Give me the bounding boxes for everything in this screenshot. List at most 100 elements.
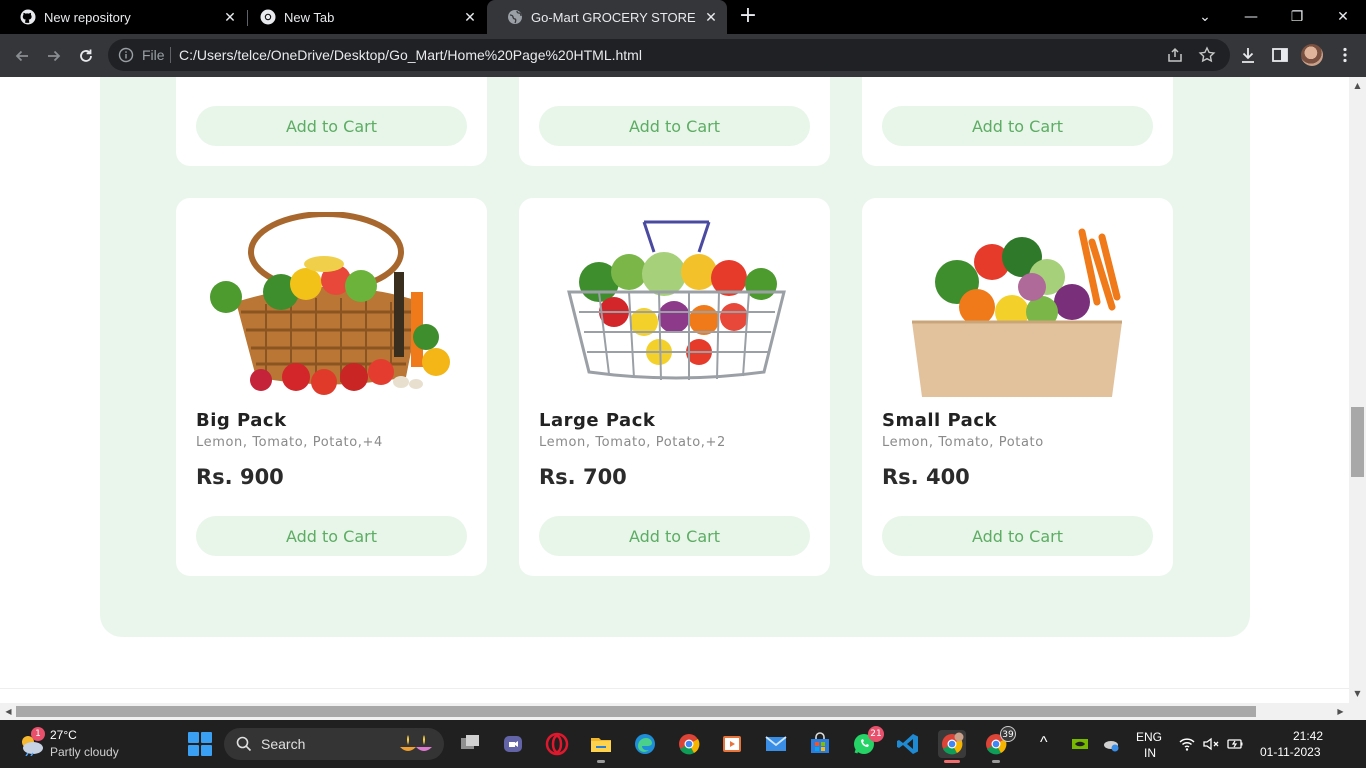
product-description: Lemon, Tomato, Potato,+2	[539, 435, 726, 450]
weather-badge: 1	[31, 727, 45, 741]
restore-button[interactable]: ❐	[1274, 0, 1320, 34]
product-price: Rs. 400	[882, 465, 970, 489]
product-name: Large Pack	[539, 410, 656, 431]
github-icon	[20, 9, 36, 25]
teams-icon[interactable]	[499, 730, 527, 758]
omnibox-separator	[170, 47, 171, 63]
running-indicator	[597, 760, 605, 763]
horizontal-scroll-thumb[interactable]	[16, 706, 1256, 717]
chrome-profile-2-icon[interactable]: 39	[982, 726, 1016, 763]
add-to-cart-button[interactable]: Add to Cart	[882, 516, 1153, 556]
wifi-icon[interactable]	[1178, 735, 1196, 753]
product-card: Add to Cart	[519, 77, 830, 166]
ms-store-icon[interactable]	[806, 730, 834, 758]
globe-icon	[507, 9, 523, 25]
back-button[interactable]	[10, 44, 34, 68]
notification-badge: 21	[868, 726, 884, 742]
basket-of-vegetables-image	[210, 212, 450, 395]
diwali-lamp-icon	[396, 733, 436, 755]
vscode-icon[interactable]	[894, 730, 922, 758]
forward-button[interactable]	[42, 44, 66, 68]
weather-description[interactable]: Partly cloudy	[50, 745, 119, 759]
tab-title: Go-Mart GROCERY STORE	[531, 9, 696, 25]
search-placeholder: Search	[261, 736, 306, 752]
product-name: Big Pack	[196, 410, 287, 431]
close-window-button[interactable]: ✕	[1320, 0, 1366, 34]
region-indicator[interactable]: IN	[1144, 746, 1156, 760]
product-description: Lemon, Tomato, Potato	[882, 435, 1044, 450]
start-button[interactable]	[188, 732, 212, 756]
tab-new-repository[interactable]: New repository ✕	[0, 0, 246, 34]
search-icon	[236, 736, 252, 752]
opera-icon[interactable]	[543, 730, 571, 758]
scroll-left-icon[interactable]: ◀	[4, 706, 13, 717]
products-section: Add to Cart Add to Cart Add to Cart Big …	[100, 77, 1250, 637]
tab-new-tab[interactable]: New Tab ✕	[240, 0, 486, 34]
chrome-icon[interactable]	[675, 730, 703, 758]
url-text[interactable]: C:/Users/telce/OneDrive/Desktop/Go_Mart/…	[179, 47, 642, 63]
product-description: Lemon, Tomato, Potato,+4	[196, 435, 383, 450]
bookmark-star-icon[interactable]	[1198, 46, 1216, 64]
side-panel-icon[interactable]	[1270, 45, 1290, 65]
page-viewport: Add to Cart Add to Cart Add to Cart Big …	[0, 77, 1349, 703]
scrollbar-corner	[1349, 703, 1366, 720]
clock-date[interactable]: 01-11-2023	[1260, 745, 1321, 759]
product-card: Add to Cart	[862, 77, 1173, 166]
whatsapp-icon[interactable]: 21	[850, 726, 884, 758]
notification-badge: 39	[1000, 726, 1016, 742]
address-bar[interactable]: File C:/Users/telce/OneDrive/Desktop/Go_…	[108, 39, 1230, 71]
weather-temperature[interactable]: 27°C	[50, 728, 77, 742]
product-card: Add to Cart	[176, 77, 487, 166]
add-to-cart-button[interactable]: Add to Cart	[539, 106, 810, 146]
product-card-big-pack: Big Pack Lemon, Tomato, Potato,+4 Rs. 90…	[176, 198, 487, 576]
volume-muted-icon[interactable]	[1202, 735, 1220, 753]
vertical-scroll-thumb[interactable]	[1351, 407, 1364, 477]
product-name: Small Pack	[882, 410, 997, 431]
chrome-icon	[260, 9, 276, 25]
tab-search-icon[interactable]: ⌄	[1182, 0, 1228, 34]
battery-charging-icon[interactable]	[1226, 735, 1244, 753]
running-indicator	[992, 760, 1000, 763]
taskbar-search[interactable]: Search	[224, 728, 444, 760]
tab-title: New Tab	[284, 9, 335, 25]
close-tab-icon[interactable]: ✕	[703, 9, 719, 25]
add-to-cart-button[interactable]: Add to Cart	[882, 106, 1153, 146]
reload-button[interactable]	[74, 44, 98, 68]
wire-basket-of-vegetables-image	[567, 220, 786, 381]
tab-strip: New repository ✕ New Tab ✕ Go-Mart GROCE…	[0, 0, 1366, 34]
horizontal-scrollbar[interactable]: ◀ ▶	[0, 703, 1349, 720]
file-explorer-icon[interactable]	[587, 730, 615, 763]
media-player-icon[interactable]	[718, 730, 746, 758]
product-card-small-pack: Small Pack Lemon, Tomato, Potato Rs. 400…	[862, 198, 1173, 576]
tab-go-mart[interactable]: Go-Mart GROCERY STORE ✕	[487, 0, 727, 34]
scheme-label: File	[142, 47, 165, 63]
minimize-button[interactable]: —	[1228, 0, 1274, 34]
nvidia-icon[interactable]	[1071, 735, 1089, 753]
close-tab-icon[interactable]: ✕	[222, 9, 238, 25]
edge-icon[interactable]	[631, 730, 659, 758]
scroll-down-icon[interactable]: ▼	[1353, 689, 1362, 698]
add-to-cart-button[interactable]: Add to Cart	[539, 516, 810, 556]
info-icon[interactable]	[118, 47, 134, 63]
close-tab-icon[interactable]: ✕	[462, 9, 478, 25]
active-indicator	[944, 760, 960, 763]
clock-time[interactable]: 21:42	[1293, 729, 1323, 743]
menu-kebab-icon[interactable]	[1335, 45, 1355, 65]
chrome-profile-icon[interactable]	[938, 730, 966, 763]
show-hidden-icons-caret[interactable]: ^	[1040, 734, 1048, 752]
divider	[0, 688, 1349, 689]
mail-icon[interactable]	[762, 730, 790, 758]
onedrive-sync-icon[interactable]	[1102, 735, 1120, 753]
share-icon[interactable]	[1166, 46, 1184, 64]
vertical-scrollbar[interactable]: ▲ ▼	[1349, 77, 1366, 703]
product-price: Rs. 700	[539, 465, 627, 489]
profile-avatar[interactable]	[1301, 44, 1323, 66]
add-to-cart-button[interactable]: Add to Cart	[196, 516, 467, 556]
add-to-cart-button[interactable]: Add to Cart	[196, 106, 467, 146]
download-icon[interactable]	[1238, 45, 1258, 65]
task-view-icon[interactable]	[456, 730, 484, 758]
new-tab-button[interactable]: +	[737, 5, 759, 28]
scroll-up-icon[interactable]: ▲	[1353, 81, 1362, 90]
scroll-right-icon[interactable]: ▶	[1336, 706, 1345, 717]
language-indicator[interactable]: ENG	[1136, 730, 1162, 744]
